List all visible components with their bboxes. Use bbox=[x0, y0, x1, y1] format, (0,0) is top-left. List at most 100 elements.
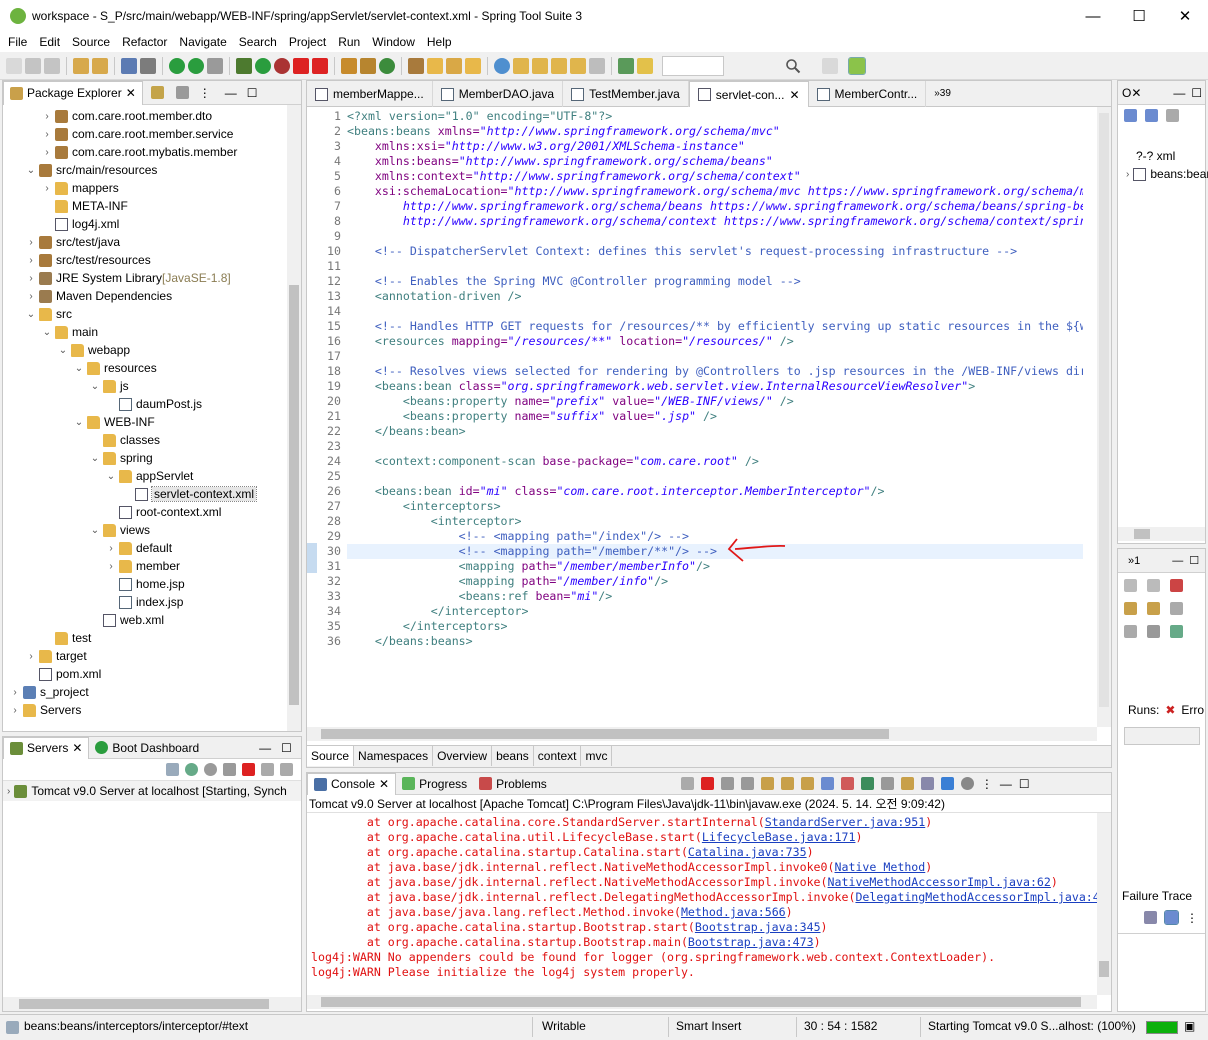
editor-hscrollbar[interactable] bbox=[307, 727, 1097, 741]
collapse-all-icon[interactable] bbox=[1124, 109, 1137, 122]
expand-toggle-icon[interactable]: ⌄ bbox=[25, 165, 37, 176]
expand-toggle-icon[interactable]: › bbox=[25, 651, 37, 662]
code-line[interactable]: <!-- DispatcherServlet Context: defines … bbox=[347, 244, 1083, 259]
outline-item-beans[interactable]: › beans:beans bbox=[1126, 167, 1208, 181]
editor-tab[interactable]: MemberContr... bbox=[809, 81, 927, 107]
tree-item[interactable]: ⌄ js bbox=[3, 377, 129, 395]
tree-item[interactable]: › Servers bbox=[3, 701, 81, 719]
editor-tab[interactable]: memberMappe... bbox=[307, 81, 433, 107]
expand-toggle-icon[interactable]: ⌄ bbox=[25, 309, 37, 320]
search-icon[interactable] bbox=[785, 58, 801, 74]
code-line[interactable] bbox=[347, 259, 1083, 274]
expand-toggle-icon[interactable]: › bbox=[41, 183, 53, 194]
code-line[interactable]: <interceptors> bbox=[347, 499, 1083, 514]
close-icon[interactable]: ✕ bbox=[789, 88, 799, 102]
expand-toggle-icon[interactable]: ⌄ bbox=[73, 363, 85, 374]
tree-item[interactable]: web.xml bbox=[3, 611, 164, 629]
expand-toggle-icon[interactable]: › bbox=[9, 687, 21, 698]
menu-refactor[interactable]: Refactor bbox=[116, 35, 173, 49]
code-line[interactable]: <mapping path="/member/info"/> bbox=[347, 574, 1083, 589]
code-line[interactable]: </interceptors> bbox=[347, 619, 1083, 634]
collapse-icon[interactable] bbox=[166, 763, 179, 776]
tree-item[interactable]: log4j.xml bbox=[3, 215, 119, 233]
minimize-view-icon[interactable]: — bbox=[1000, 777, 1012, 791]
expand-toggle-icon[interactable]: ⌄ bbox=[73, 417, 85, 428]
pin-icon[interactable] bbox=[446, 57, 462, 74]
tree-item[interactable]: root-context.xml bbox=[3, 503, 221, 521]
maximize-view-icon[interactable]: ☐ bbox=[1189, 554, 1199, 567]
sort-icon[interactable] bbox=[1145, 109, 1158, 122]
code-line[interactable]: <interceptor> bbox=[347, 514, 1083, 529]
tree-item[interactable]: home.jsp bbox=[3, 575, 185, 593]
maximize-view-icon[interactable]: ☐ bbox=[281, 741, 292, 755]
code-line[interactable] bbox=[347, 439, 1083, 454]
code-line[interactable]: <mapping path="/member/memberInfo"/> bbox=[347, 559, 1083, 574]
console-output[interactable]: at org.apache.catalina.core.StandardServ… bbox=[307, 813, 1111, 989]
editor-page-tab[interactable]: Source bbox=[307, 746, 355, 766]
prev-annotation-icon[interactable] bbox=[532, 57, 548, 74]
scroll-thumb[interactable] bbox=[321, 729, 889, 739]
scroll-thumb[interactable] bbox=[1134, 529, 1150, 539]
build-icon[interactable] bbox=[73, 57, 89, 74]
next-failure-icon[interactable] bbox=[1124, 579, 1137, 592]
tab-problems[interactable]: Problems bbox=[473, 773, 553, 795]
new-icon[interactable] bbox=[6, 57, 22, 74]
view-menu-icon[interactable]: ⋮ bbox=[199, 86, 211, 100]
code-line[interactable]: <beans:bean class="org.springframework.w… bbox=[347, 379, 1083, 394]
disconnect-icon[interactable] bbox=[680, 777, 694, 790]
code-line[interactable]: <!-- Handles HTTP GET requests for /reso… bbox=[347, 319, 1083, 334]
terminal-icon[interactable] bbox=[121, 57, 137, 74]
tab-console[interactable]: Console ✕ bbox=[307, 772, 397, 795]
pin-console-icon[interactable] bbox=[860, 777, 874, 790]
remove-all-icon[interactable] bbox=[740, 777, 754, 790]
rerun-icon[interactable] bbox=[1170, 602, 1183, 615]
expand-toggle-icon[interactable]: › bbox=[25, 255, 37, 266]
open-perspective-icon[interactable] bbox=[618, 57, 634, 74]
menu-navigate[interactable]: Navigate bbox=[173, 35, 232, 49]
scroll-thumb[interactable] bbox=[321, 997, 1081, 1007]
close-icon[interactable]: ✕ bbox=[379, 777, 389, 791]
expand-toggle-icon[interactable]: ⌄ bbox=[41, 327, 53, 338]
tab-boot-dashboard[interactable]: Boot Dashboard bbox=[89, 737, 205, 759]
tree-item[interactable]: › default bbox=[3, 539, 172, 557]
editor-tab[interactable]: MemberDAO.java bbox=[433, 81, 564, 107]
coverage-icon[interactable] bbox=[274, 57, 290, 74]
globe-icon[interactable] bbox=[494, 57, 510, 74]
console-hscrollbar[interactable] bbox=[307, 995, 1097, 1009]
minimize-view-icon[interactable]: — bbox=[259, 741, 271, 755]
gear-icon[interactable] bbox=[960, 777, 974, 790]
tree-item[interactable]: › src/test/resources bbox=[3, 251, 150, 269]
external-tools-icon[interactable] bbox=[312, 57, 328, 74]
menu-edit[interactable]: Edit bbox=[33, 35, 66, 49]
tree-item[interactable]: ⌄ WEB-INF bbox=[3, 413, 155, 431]
stacktrace-link[interactable]: Bootstrap.java:473 bbox=[688, 935, 814, 949]
tree-item[interactable]: › s_project bbox=[3, 683, 88, 701]
scroll-thumb[interactable] bbox=[1099, 113, 1109, 707]
next-annotation-icon[interactable] bbox=[513, 57, 529, 74]
server-row[interactable]: › Tomcat v9.0 Server at localhost [Start… bbox=[3, 781, 301, 801]
code-line[interactable]: <!-- Resolves views selected for renderi… bbox=[347, 364, 1083, 379]
view-menu-icon[interactable]: ⋮ bbox=[1186, 911, 1198, 925]
code-line[interactable]: <beans:ref bean="mi"/> bbox=[347, 589, 1083, 604]
boot-relaunch-icon[interactable] bbox=[188, 57, 204, 74]
tree-item[interactable]: classes bbox=[3, 431, 160, 449]
scroll-thumb[interactable] bbox=[289, 285, 299, 705]
perspective-spring-icon[interactable] bbox=[848, 56, 866, 75]
tree-item[interactable]: ⌄ resources bbox=[3, 359, 157, 377]
menu-help[interactable]: Help bbox=[421, 35, 458, 49]
editor-page-tab[interactable]: context bbox=[534, 746, 582, 766]
remove-launch-icon[interactable] bbox=[720, 777, 734, 790]
code-line[interactable] bbox=[347, 469, 1083, 484]
code-editor[interactable]: <?xml version="1.0" encoding="UTF-8"?> <b… bbox=[347, 107, 1083, 727]
expand-icon[interactable]: › bbox=[7, 786, 10, 797]
tree-item[interactable]: › com.care.root.mybatis.member bbox=[3, 143, 237, 161]
code-line[interactable]: </beans:bean> bbox=[347, 424, 1083, 439]
expand-toggle-icon[interactable]: › bbox=[41, 147, 53, 158]
editor-tab[interactable]: servlet-con... ✕ bbox=[688, 81, 809, 107]
code-line[interactable]: <beans:beans xmlns="http://www.springfra… bbox=[347, 124, 1083, 139]
stacktrace-link[interactable]: StandardServer.java:951 bbox=[765, 815, 926, 829]
save-icon[interactable] bbox=[25, 57, 41, 74]
tab-package-explorer[interactable]: Package Explorer ✕ bbox=[3, 80, 143, 105]
expand-icon[interactable]: › bbox=[1126, 169, 1129, 180]
run-icon[interactable] bbox=[255, 57, 271, 74]
